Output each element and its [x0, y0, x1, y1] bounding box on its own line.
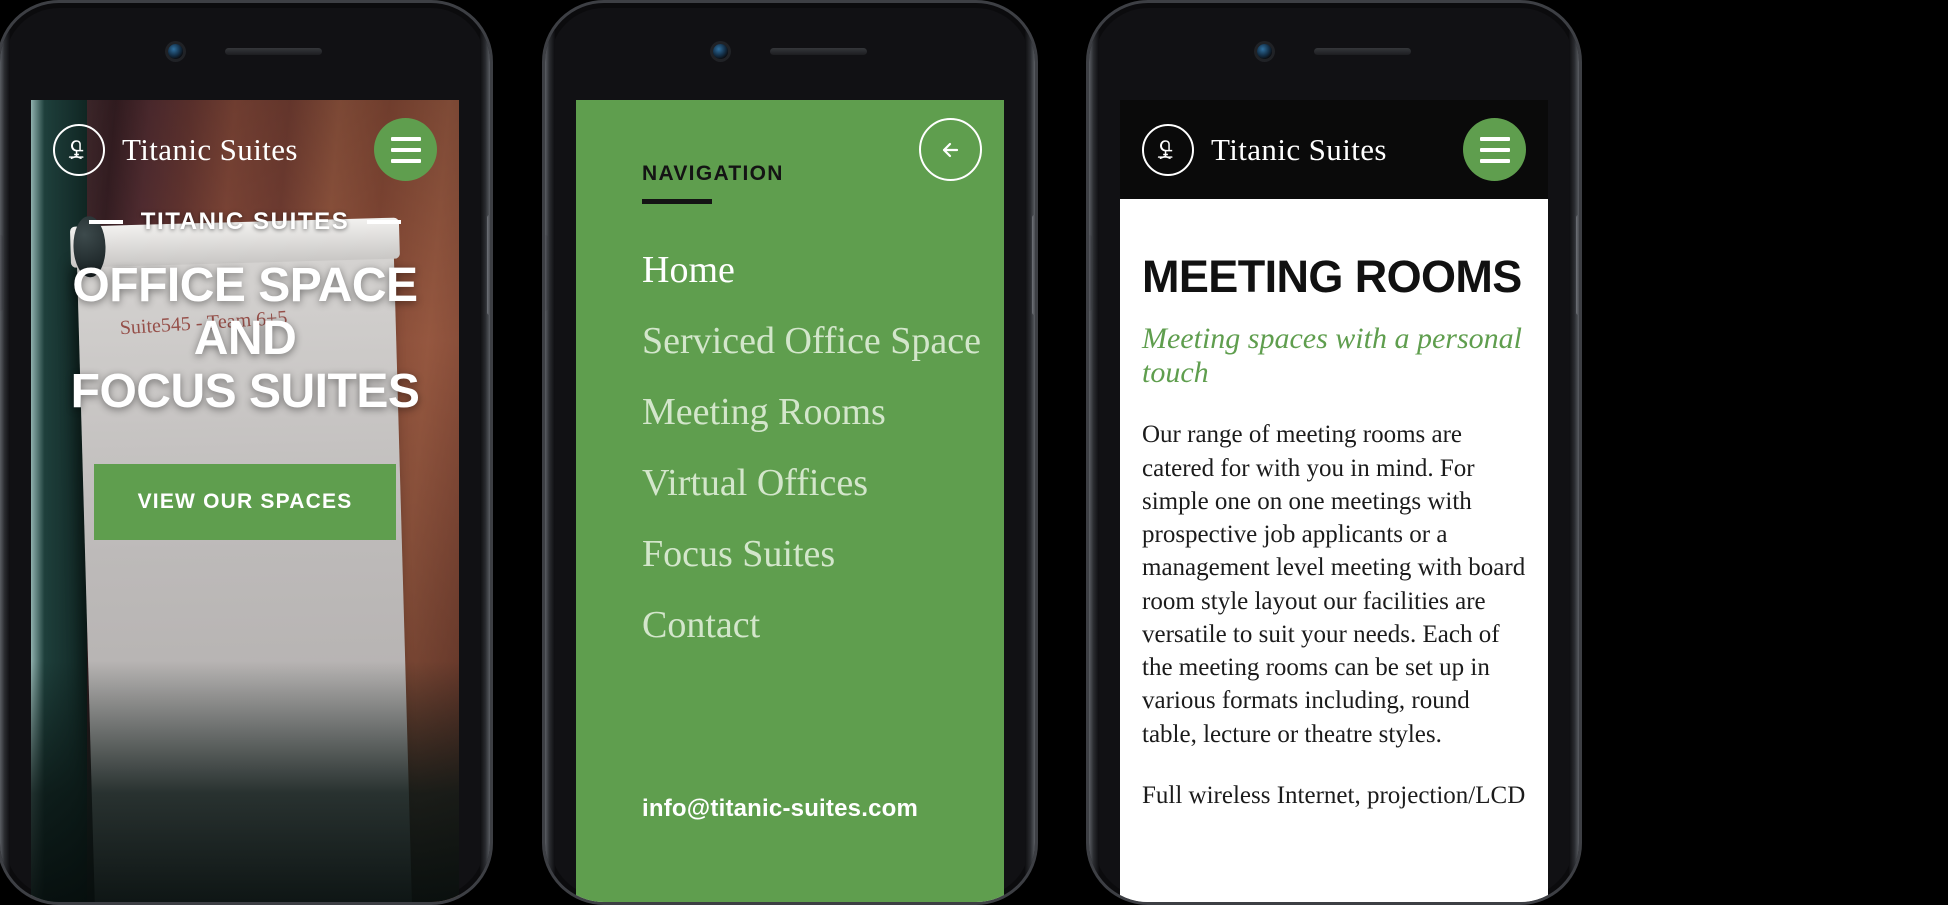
- navigation-menu: Home Serviced Office Space Meeting Rooms…: [642, 248, 982, 674]
- nav-item-focus-suites: Focus Suites: [642, 532, 982, 576]
- hamburger-icon[interactable]: [374, 118, 437, 181]
- phone-mockup-1: Suite545 - Team 6+5 Titanic Suites TITAN…: [0, 0, 493, 905]
- hero-title-line-2: AND: [193, 311, 297, 365]
- nav-link-serviced-office-space[interactable]: Serviced Office Space: [642, 319, 982, 363]
- hamburger-bar-2: [390, 147, 421, 152]
- hero-bg-shadow: [31, 661, 459, 902]
- phone2-earpiece-area: [545, 3, 1035, 100]
- article-content: MEETING ROOMS Meeting spaces with a pers…: [1120, 199, 1548, 902]
- phone2-power-button: [1032, 215, 1035, 315]
- nav-link-meeting-rooms[interactable]: Meeting Rooms: [642, 390, 982, 434]
- hamburger-bar-2: [1479, 147, 1510, 152]
- eyebrow-rule-left: [88, 220, 123, 224]
- office-chair-in-circle-icon: [1142, 123, 1194, 176]
- phone1-volume-button: [0, 235, 3, 311]
- hero-title: OFFICE SPACE AND FOCUS SUITES: [70, 259, 420, 418]
- hamburger-bar-3: [1479, 158, 1510, 163]
- hamburger-icon[interactable]: [1463, 118, 1526, 181]
- phone-mockup-3: Titanic Suites MEETING ROOMS Meeting spa…: [1086, 0, 1582, 905]
- nav-item-serviced-office-space: Serviced Office Space: [642, 319, 982, 363]
- hero-eyebrow: TITANIC SUITES: [88, 208, 402, 236]
- phone1-site-header: Titanic Suites: [31, 100, 459, 199]
- brand-logo[interactable]: Titanic Suites: [53, 123, 298, 176]
- arrow-left-icon[interactable]: [919, 118, 982, 181]
- article-paragraph-2: Full wireless Internet, projection/LCD: [1142, 781, 1526, 809]
- phone2-volume-button: [545, 235, 548, 311]
- view-our-spaces-button[interactable]: VIEW OUR SPACES: [93, 464, 397, 541]
- phone1-power-button: [487, 215, 490, 315]
- navigation-overlay: NAVIGATION Home Serviced Office Space Me…: [576, 100, 1004, 902]
- brand-logo[interactable]: Titanic Suites: [1142, 123, 1387, 176]
- phone1-earpiece-area: [0, 3, 490, 100]
- page-subtitle: Meeting spaces with a personal touch: [1142, 322, 1522, 390]
- office-chair-in-circle-icon: [53, 123, 105, 176]
- nav-link-contact[interactable]: Contact: [642, 603, 982, 647]
- hamburger-bar-3: [390, 158, 421, 163]
- hero-content: TITANIC SUITES OFFICE SPACE AND FOCUS SU…: [31, 208, 459, 541]
- screenshot-stage: Suite545 - Team 6+5 Titanic Suites TITAN…: [0, 0, 1948, 905]
- earpiece-speaker-icon: [225, 48, 322, 55]
- hamburger-bar-1: [1479, 136, 1510, 141]
- nav-link-home[interactable]: Home: [642, 248, 982, 292]
- phone3-power-button: [1576, 215, 1579, 315]
- contact-email-link[interactable]: info@titanic-suites.com: [642, 795, 918, 823]
- phone3-screen: Titanic Suites MEETING ROOMS Meeting spa…: [1120, 100, 1548, 902]
- phone3-site-header: Titanic Suites: [1120, 100, 1548, 199]
- hero-title-line-3: FOCUS SUITES: [70, 364, 420, 418]
- phone-mockup-2: NAVIGATION Home Serviced Office Space Me…: [542, 0, 1038, 905]
- earpiece-speaker-icon: [1314, 48, 1411, 55]
- eyebrow-rule-right: [367, 220, 402, 224]
- nav-item-contact: Contact: [642, 603, 982, 647]
- phone3-earpiece-area: [1089, 3, 1579, 100]
- phone2-nav-header: [576, 100, 1004, 199]
- nav-link-focus-suites[interactable]: Focus Suites: [642, 532, 982, 576]
- front-camera-icon: [168, 44, 183, 59]
- navigation-heading-underline: [642, 199, 712, 204]
- brand-name: Titanic Suites: [122, 131, 298, 167]
- phone3-volume-button: [1089, 235, 1092, 311]
- nav-item-home: Home: [642, 248, 982, 292]
- page-title: MEETING ROOMS: [1142, 251, 1522, 302]
- nav-link-virtual-offices[interactable]: Virtual Offices: [642, 461, 982, 505]
- hero-eyebrow-label: TITANIC SUITES: [140, 208, 350, 235]
- phone2-screen: NAVIGATION Home Serviced Office Space Me…: [576, 100, 1004, 902]
- brand-name: Titanic Suites: [1211, 131, 1387, 167]
- earpiece-speaker-icon: [770, 48, 867, 55]
- nav-item-virtual-offices: Virtual Offices: [642, 461, 982, 505]
- front-camera-icon: [1257, 44, 1272, 59]
- phone1-screen: Suite545 - Team 6+5 Titanic Suites TITAN…: [31, 100, 459, 902]
- hamburger-bar-1: [390, 136, 421, 141]
- front-camera-icon: [713, 44, 728, 59]
- hero-title-line-1: OFFICE SPACE: [72, 259, 418, 312]
- article-paragraph-1: Our range of meeting rooms are catered f…: [1142, 421, 1526, 748]
- navigation-heading: NAVIGATION: [642, 162, 784, 185]
- nav-item-meeting-rooms: Meeting Rooms: [642, 390, 982, 434]
